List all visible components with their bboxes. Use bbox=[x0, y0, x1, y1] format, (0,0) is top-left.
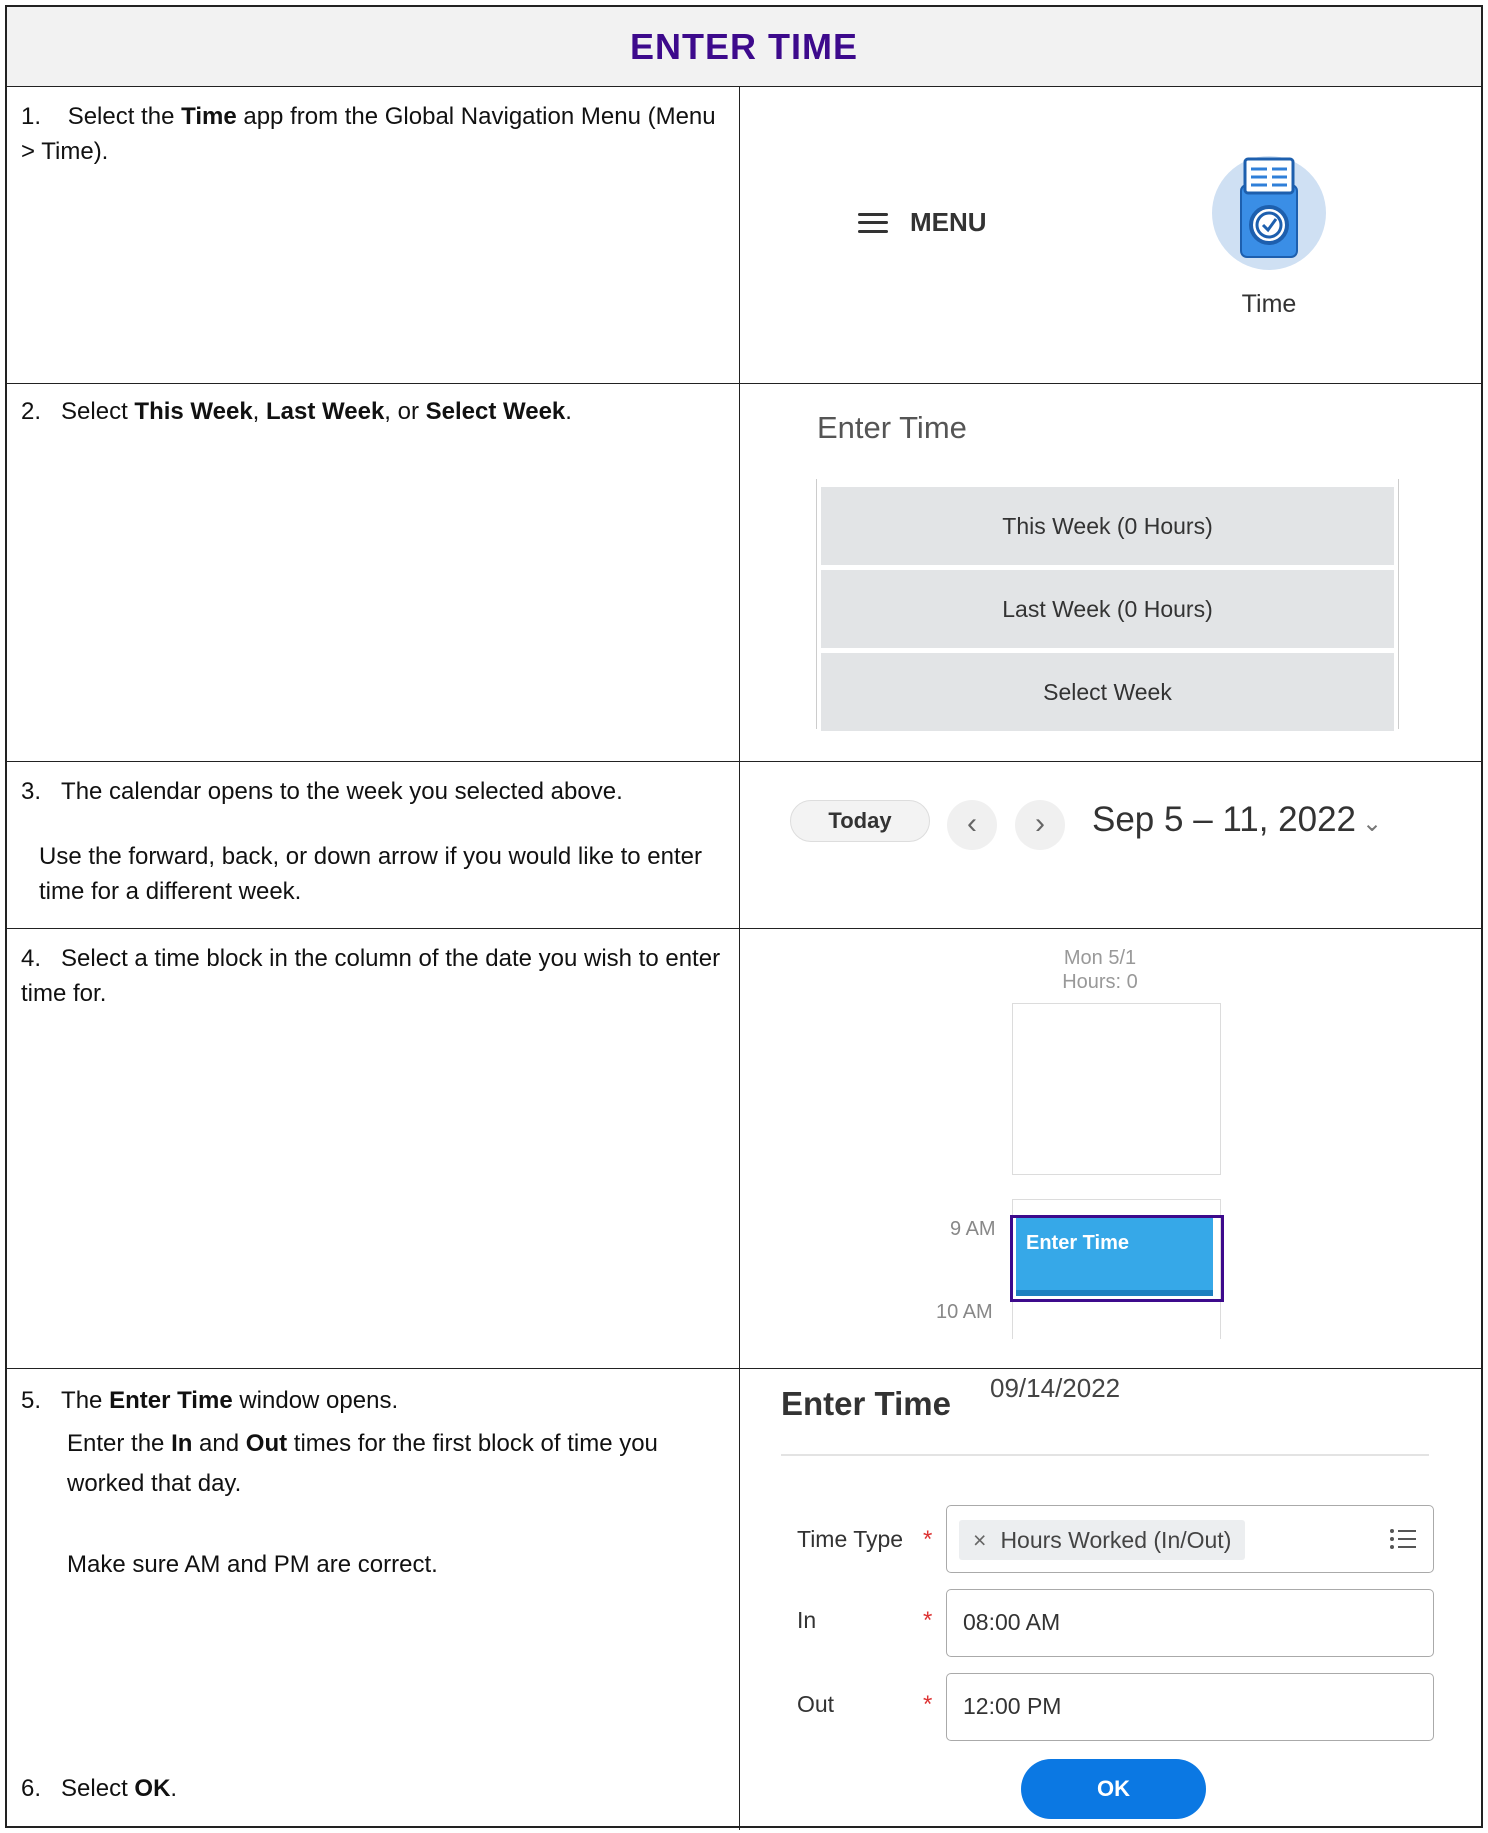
day-label: Mon 5/1 bbox=[1063, 947, 1137, 969]
week-options: This Week (0 Hours) Last Week (0 Hours) … bbox=[816, 479, 1399, 731]
time-type-field[interactable]: × Hours Worked (In/Out) bbox=[946, 1505, 1434, 1573]
time-app-tile[interactable]: Time bbox=[1211, 155, 1327, 319]
step-4-row: 4. Select a time block in the column of … bbox=[7, 929, 1481, 1369]
menu-button[interactable]: MENU bbox=[858, 207, 987, 238]
step-1-screenshot: MENU Time bbox=[740, 87, 1481, 383]
this-week-button[interactable]: This Week (0 Hours) bbox=[821, 487, 1394, 565]
time-type-label: Time Type bbox=[797, 1526, 904, 1552]
chevron-right-icon[interactable]: › bbox=[1015, 800, 1065, 850]
step-1-row: 1. Select the Time app from the Global N… bbox=[7, 87, 1481, 384]
step-4-screenshot: Mon 5/1 Hours: 0 9 AM 10 AM Enter Time bbox=[740, 929, 1481, 1368]
in-time-field[interactable]: 08:00 AM bbox=[946, 1589, 1434, 1657]
hour-label-9: 9 AM bbox=[950, 1218, 996, 1240]
time-type-chip: × Hours Worked (In/Out) bbox=[959, 1520, 1246, 1560]
instruction-document: ENTER TIME 1. Select the Time app from t… bbox=[5, 5, 1483, 1830]
required-icon: * bbox=[923, 1607, 933, 1634]
step-3-screenshot: Today ‹ › Sep 5 – 11, 2022 ⌄ bbox=[740, 762, 1481, 928]
week-range[interactable]: Sep 5 – 11, 2022 ⌄ bbox=[1092, 800, 1382, 840]
select-week-button[interactable]: Select Week bbox=[821, 653, 1394, 731]
enter-time-heading: Enter Time bbox=[817, 410, 967, 445]
today-button[interactable]: Today bbox=[790, 800, 930, 842]
hour-label-10: 10 AM bbox=[936, 1301, 993, 1323]
step-2-row: 2. Select This Week, Last Week, or Selec… bbox=[7, 384, 1481, 762]
chevron-left-icon[interactable]: ‹ bbox=[947, 800, 997, 850]
list-icon[interactable] bbox=[1389, 1528, 1417, 1550]
required-icon: * bbox=[923, 1691, 933, 1718]
enter-time-dialog-title: Enter Time bbox=[781, 1385, 951, 1422]
remove-icon[interactable]: × bbox=[973, 1527, 986, 1553]
document-header: ENTER TIME bbox=[7, 7, 1481, 87]
out-label: Out bbox=[797, 1691, 835, 1717]
dialog-divider bbox=[781, 1454, 1429, 1456]
ok-button[interactable]: OK bbox=[1021, 1759, 1206, 1819]
all-day-cell[interactable] bbox=[1012, 1003, 1221, 1175]
chevron-down-icon[interactable]: ⌄ bbox=[1362, 810, 1382, 837]
last-week-button[interactable]: Last Week (0 Hours) bbox=[821, 570, 1394, 648]
day-hours: Hours: 0 bbox=[1062, 971, 1138, 993]
time-clock-icon bbox=[1212, 156, 1326, 270]
required-icon: * bbox=[923, 1526, 933, 1553]
highlight-box bbox=[1010, 1215, 1224, 1302]
step-5-screenshot: Enter Time 09/14/2022 Time Type * × Hours… bbox=[740, 1369, 1481, 1830]
document-title: ENTER TIME bbox=[629, 26, 858, 67]
step-3-row: 3. The calendar opens to the week you se… bbox=[7, 762, 1481, 929]
hamburger-icon bbox=[858, 212, 888, 233]
step-4-text: 4. Select a time block in the column of … bbox=[7, 929, 740, 1368]
out-time-field[interactable]: 12:00 PM bbox=[946, 1673, 1434, 1741]
dialog-date: 09/14/2022 bbox=[990, 1373, 1121, 1403]
step-2-text: 2. Select This Week, Last Week, or Selec… bbox=[7, 384, 740, 761]
step-5-text: 5. The Enter Time window opens. Enter th… bbox=[7, 1369, 740, 1830]
step-3-text: 3. The calendar opens to the week you se… bbox=[7, 762, 740, 928]
step-5-row: 5. The Enter Time window opens. Enter th… bbox=[7, 1369, 1481, 1830]
time-app-label: Time bbox=[1241, 290, 1297, 318]
in-label: In bbox=[797, 1607, 817, 1633]
step-1-text: 1. Select the Time app from the Global N… bbox=[7, 87, 740, 383]
step-2-screenshot: Enter Time This Week (0 Hours) Last Week… bbox=[740, 384, 1481, 761]
